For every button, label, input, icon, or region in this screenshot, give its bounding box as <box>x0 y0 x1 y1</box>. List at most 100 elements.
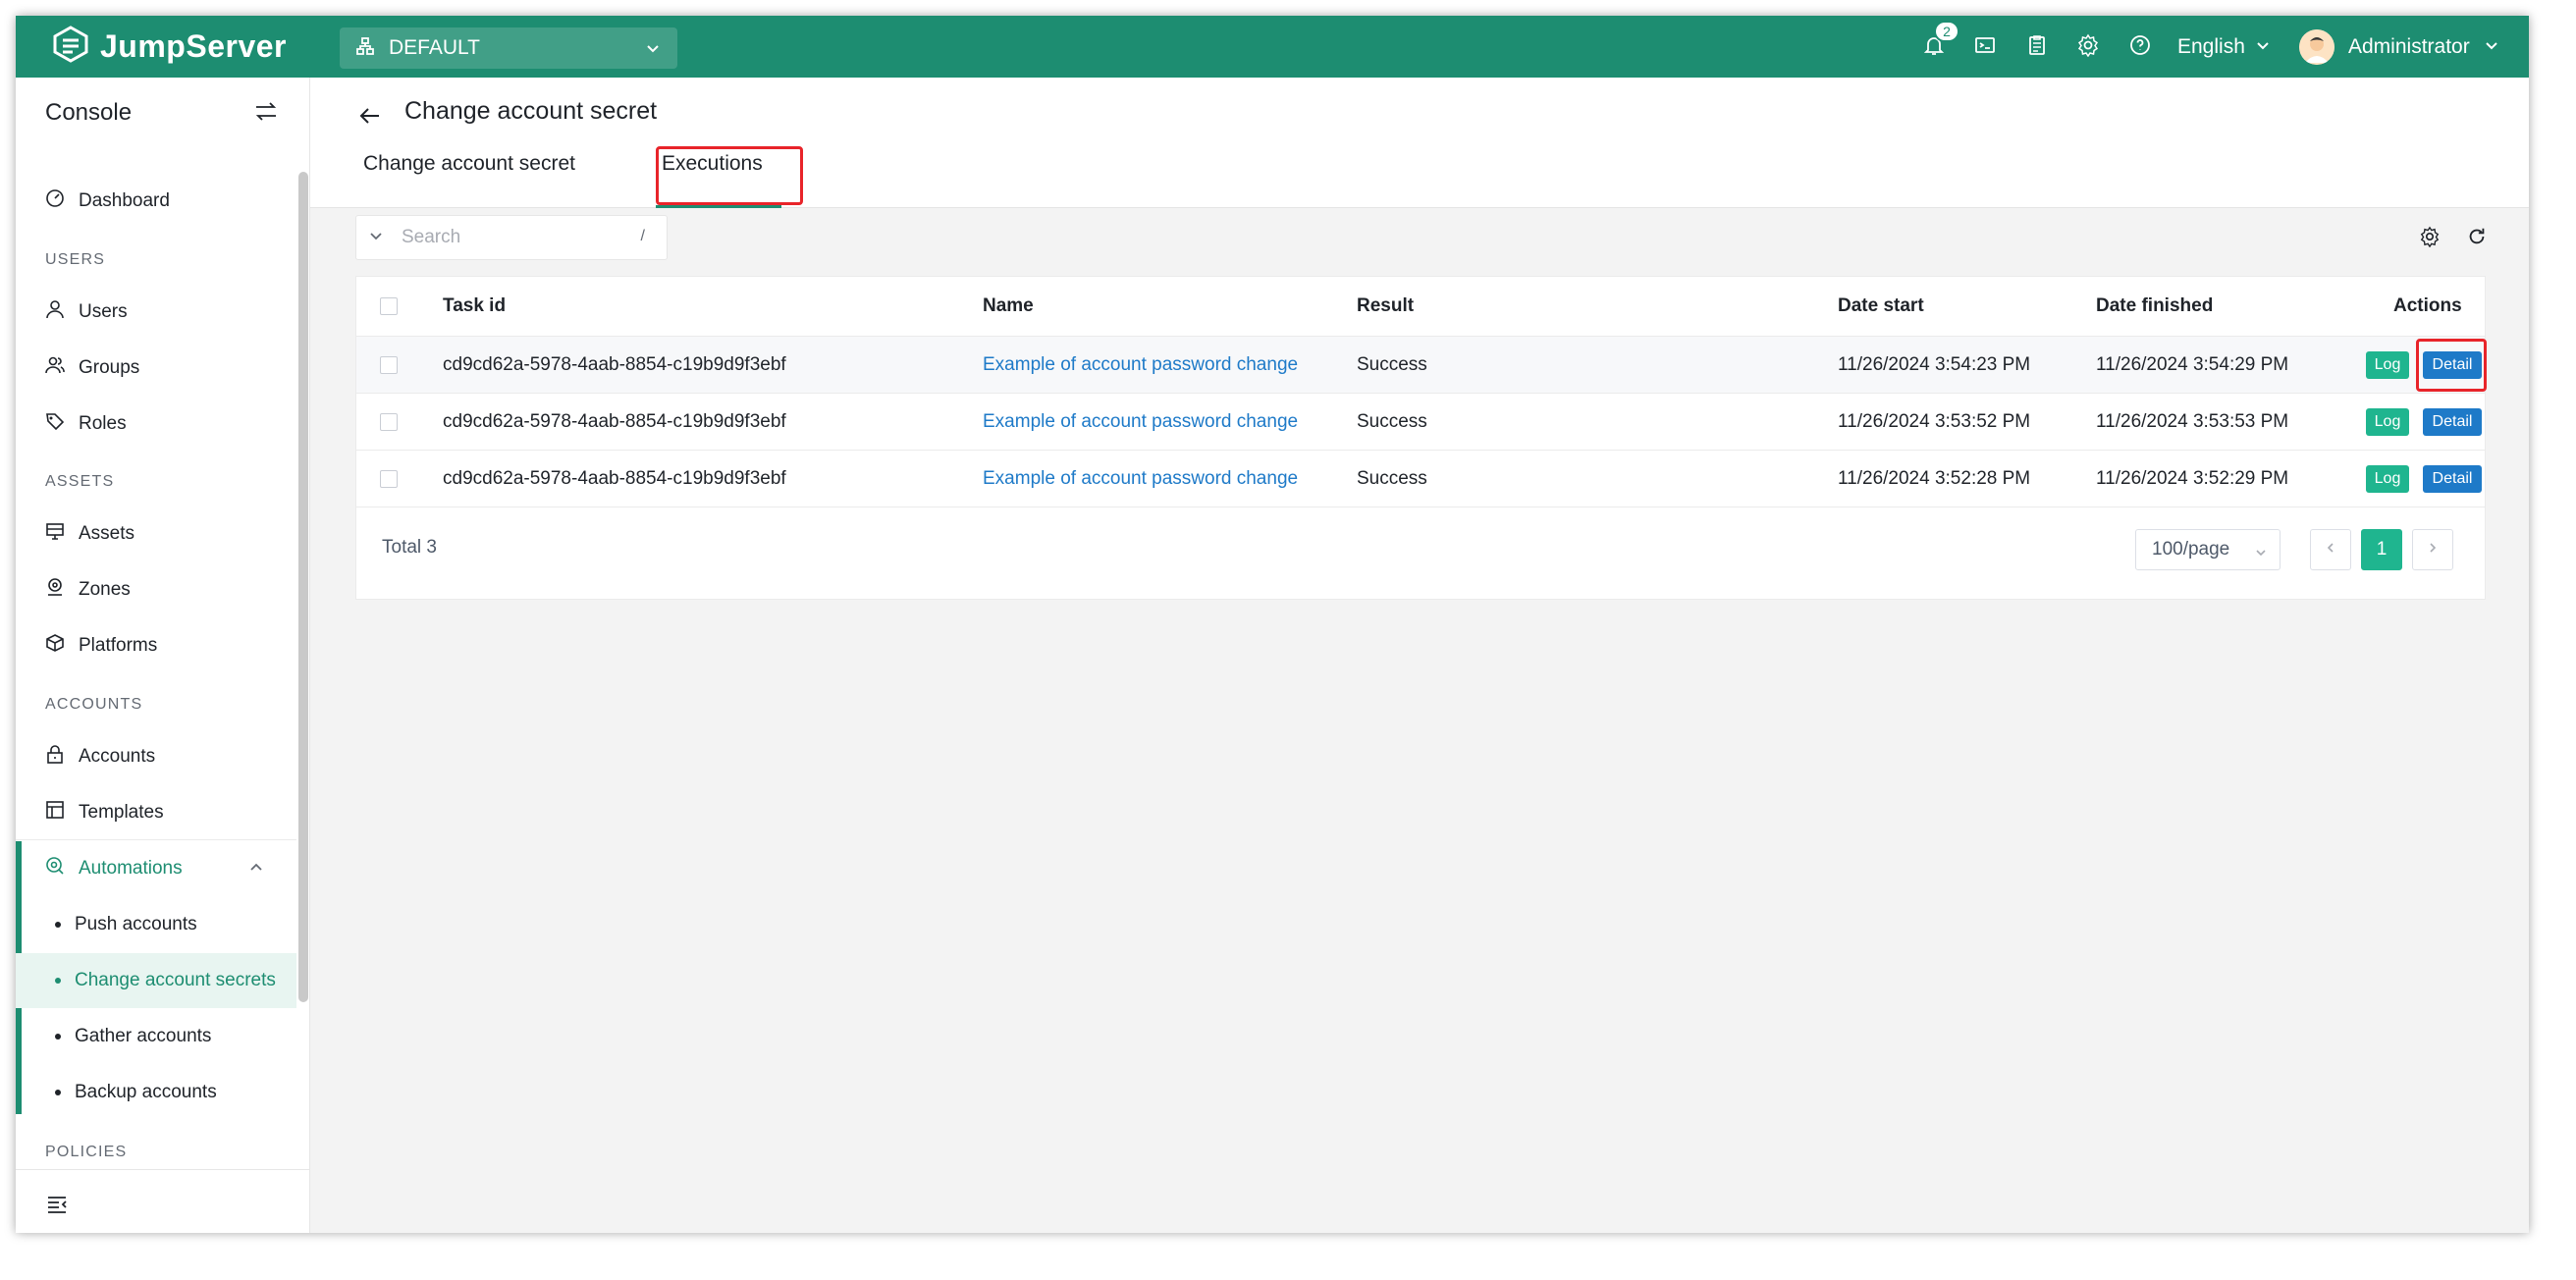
logo[interactable]: JumpServer <box>51 26 287 68</box>
sidebar-item-backup-accounts[interactable]: Backup accounts <box>16 1065 296 1120</box>
sidebar-group-policies: POLICIES <box>45 1144 128 1160</box>
app-window: JumpServer DEFAULT 2 English Administrat… <box>16 16 2529 1233</box>
sidebar-item-label: Dashboard <box>79 190 170 211</box>
column-header-task-id[interactable]: Task id <box>443 277 506 336</box>
bullet <box>55 1090 61 1095</box>
row-checkbox[interactable] <box>380 470 398 488</box>
column-header-actions: Actions <box>2393 295 2462 316</box>
search-bar[interactable]: Search / <box>355 215 668 260</box>
sidebar-item-change-account-secrets[interactable]: Change account secrets <box>16 953 296 1008</box>
next-page-button[interactable] <box>2412 529 2453 570</box>
row-checkbox[interactable] <box>380 413 398 431</box>
sidebar-item-label: Users <box>79 301 128 322</box>
organization-selector[interactable]: DEFAULT <box>340 27 677 69</box>
table-row[interactable]: cd9cd62a-5978-4aab-8854-c19b9d9f3ebf Exa… <box>356 336 2487 394</box>
column-header-result[interactable]: Result <box>1357 277 1414 336</box>
task-name-link[interactable]: Example of account password change <box>983 394 1298 451</box>
sidebar-group-users: USERS <box>45 251 106 268</box>
chevron-down-icon <box>2484 35 2499 59</box>
sidebar-item-label: Roles <box>79 413 127 434</box>
sidebar-item-platforms[interactable]: Platforms <box>16 618 296 673</box>
result-cell: Success <box>1357 468 1427 489</box>
table-row[interactable]: cd9cd62a-5978-4aab-8854-c19b9d9f3ebf Exa… <box>356 450 2485 507</box>
sidebar-item-label: Assets <box>79 523 135 544</box>
sidebar-title: Console <box>45 99 133 126</box>
column-header-name[interactable]: Name <box>983 277 1034 336</box>
notification-bell[interactable]: 2 <box>1920 21 1959 61</box>
web-terminal-button[interactable] <box>1971 33 1999 61</box>
sidebar-scrollbar[interactable] <box>298 172 308 1002</box>
chevron-down-icon <box>2254 544 2268 565</box>
terminal-icon <box>1973 33 1997 62</box>
chevron-down-icon <box>368 228 384 248</box>
column-header-date-start[interactable]: Date start <box>1838 277 1924 336</box>
sidebar-item-users[interactable]: Users <box>16 285 296 340</box>
column-header-date-finished[interactable]: Date finished <box>2096 277 2213 336</box>
sidebar-item-label: Push accounts <box>75 914 197 934</box>
location-icon <box>45 577 79 603</box>
previous-page-button[interactable] <box>2310 529 2351 570</box>
date-start-cell: 11/26/2024 3:52:28 PM <box>1838 468 2031 489</box>
date-finished-cell: 11/26/2024 3:54:29 PM <box>2096 354 2289 375</box>
sidebar-item-automations[interactable]: Automations <box>16 841 296 896</box>
sidebar-item-label: Automations <box>79 858 183 879</box>
bullet <box>55 978 61 984</box>
sidebar-item-label: Change account secrets <box>75 970 276 990</box>
tab-change-account-secret[interactable]: Change account secret <box>363 152 575 176</box>
table-row[interactable]: cd9cd62a-5978-4aab-8854-c19b9d9f3ebf Exa… <box>356 393 2485 450</box>
executions-table: Task id Name Result Date start Date fini… <box>355 276 2487 600</box>
language-label: English <box>2177 35 2245 58</box>
help-button[interactable] <box>2126 33 2154 61</box>
tag-icon <box>45 411 79 437</box>
refresh-button[interactable] <box>2466 226 2488 252</box>
log-button[interactable]: Log <box>2366 465 2409 493</box>
sidebar-item-roles[interactable]: Roles <box>16 397 296 452</box>
detail-button[interactable]: Detail <box>2423 465 2482 493</box>
settings-button[interactable] <box>2074 33 2102 61</box>
log-button[interactable]: Log <box>2366 408 2409 436</box>
task-name-link[interactable]: Example of account password change <box>983 337 1298 394</box>
chevron-down-icon <box>2255 35 2271 59</box>
user-icon <box>45 299 79 325</box>
tickets-button[interactable] <box>2023 33 2051 61</box>
sidebar-item-dashboard[interactable]: Dashboard <box>16 174 296 229</box>
sidebar-item-push-accounts[interactable]: Push accounts <box>16 897 296 952</box>
log-button[interactable]: Log <box>2366 351 2409 379</box>
user-menu[interactable]: Administrator <box>2299 29 2499 65</box>
page-number-button[interactable]: 1 <box>2361 529 2402 570</box>
sidebar-divider <box>16 839 296 840</box>
task-name-link[interactable]: Example of account password change <box>983 451 1298 507</box>
sidebar-item-zones[interactable]: Zones <box>16 562 296 617</box>
logo-text: JumpServer <box>100 28 287 64</box>
sidebar-group-accounts: ACCOUNTS <box>45 696 143 713</box>
detail-button[interactable]: Detail <box>2423 408 2482 436</box>
sidebar-item-gather-accounts[interactable]: Gather accounts <box>16 1009 296 1064</box>
sidebar-item-assets[interactable]: Assets <box>16 507 296 561</box>
sidebar-item-groups[interactable]: Groups <box>16 341 296 396</box>
template-icon <box>45 800 79 826</box>
sidebar-item-templates[interactable]: Templates <box>16 785 296 840</box>
date-start-cell: 11/26/2024 3:53:52 PM <box>1838 411 2031 432</box>
search-input[interactable]: Search <box>402 227 460 248</box>
sidebar-item-accounts[interactable]: Accounts <box>16 729 296 784</box>
arrow-left-icon <box>357 108 383 133</box>
task-id-cell: cd9cd62a-5978-4aab-8854-c19b9d9f3ebf <box>443 411 786 432</box>
back-button[interactable] <box>357 103 383 133</box>
chevron-left-icon <box>2324 539 2337 560</box>
select-all-checkbox[interactable] <box>380 297 398 315</box>
refresh-icon <box>2466 228 2488 251</box>
row-checkbox[interactable] <box>380 356 398 374</box>
collapse-sidebar-button[interactable] <box>45 1193 69 1221</box>
page-size-select[interactable]: 100/page <box>2135 529 2281 570</box>
clipboard-icon <box>2025 33 2049 62</box>
table-settings-button[interactable] <box>2419 226 2441 252</box>
switch-view-button[interactable] <box>253 99 279 130</box>
date-start-cell: 11/26/2024 3:54:23 PM <box>1838 354 2031 375</box>
date-finished-cell: 11/26/2024 3:52:29 PM <box>2096 468 2289 489</box>
task-id-cell: cd9cd62a-5978-4aab-8854-c19b9d9f3ebf <box>443 468 786 489</box>
collapse-menu-icon <box>45 1197 69 1220</box>
page-size-value: 100/page <box>2152 539 2230 560</box>
language-selector[interactable]: English <box>2177 33 2271 61</box>
jumpserver-logo-icon <box>51 25 90 69</box>
cube-icon <box>45 633 79 659</box>
